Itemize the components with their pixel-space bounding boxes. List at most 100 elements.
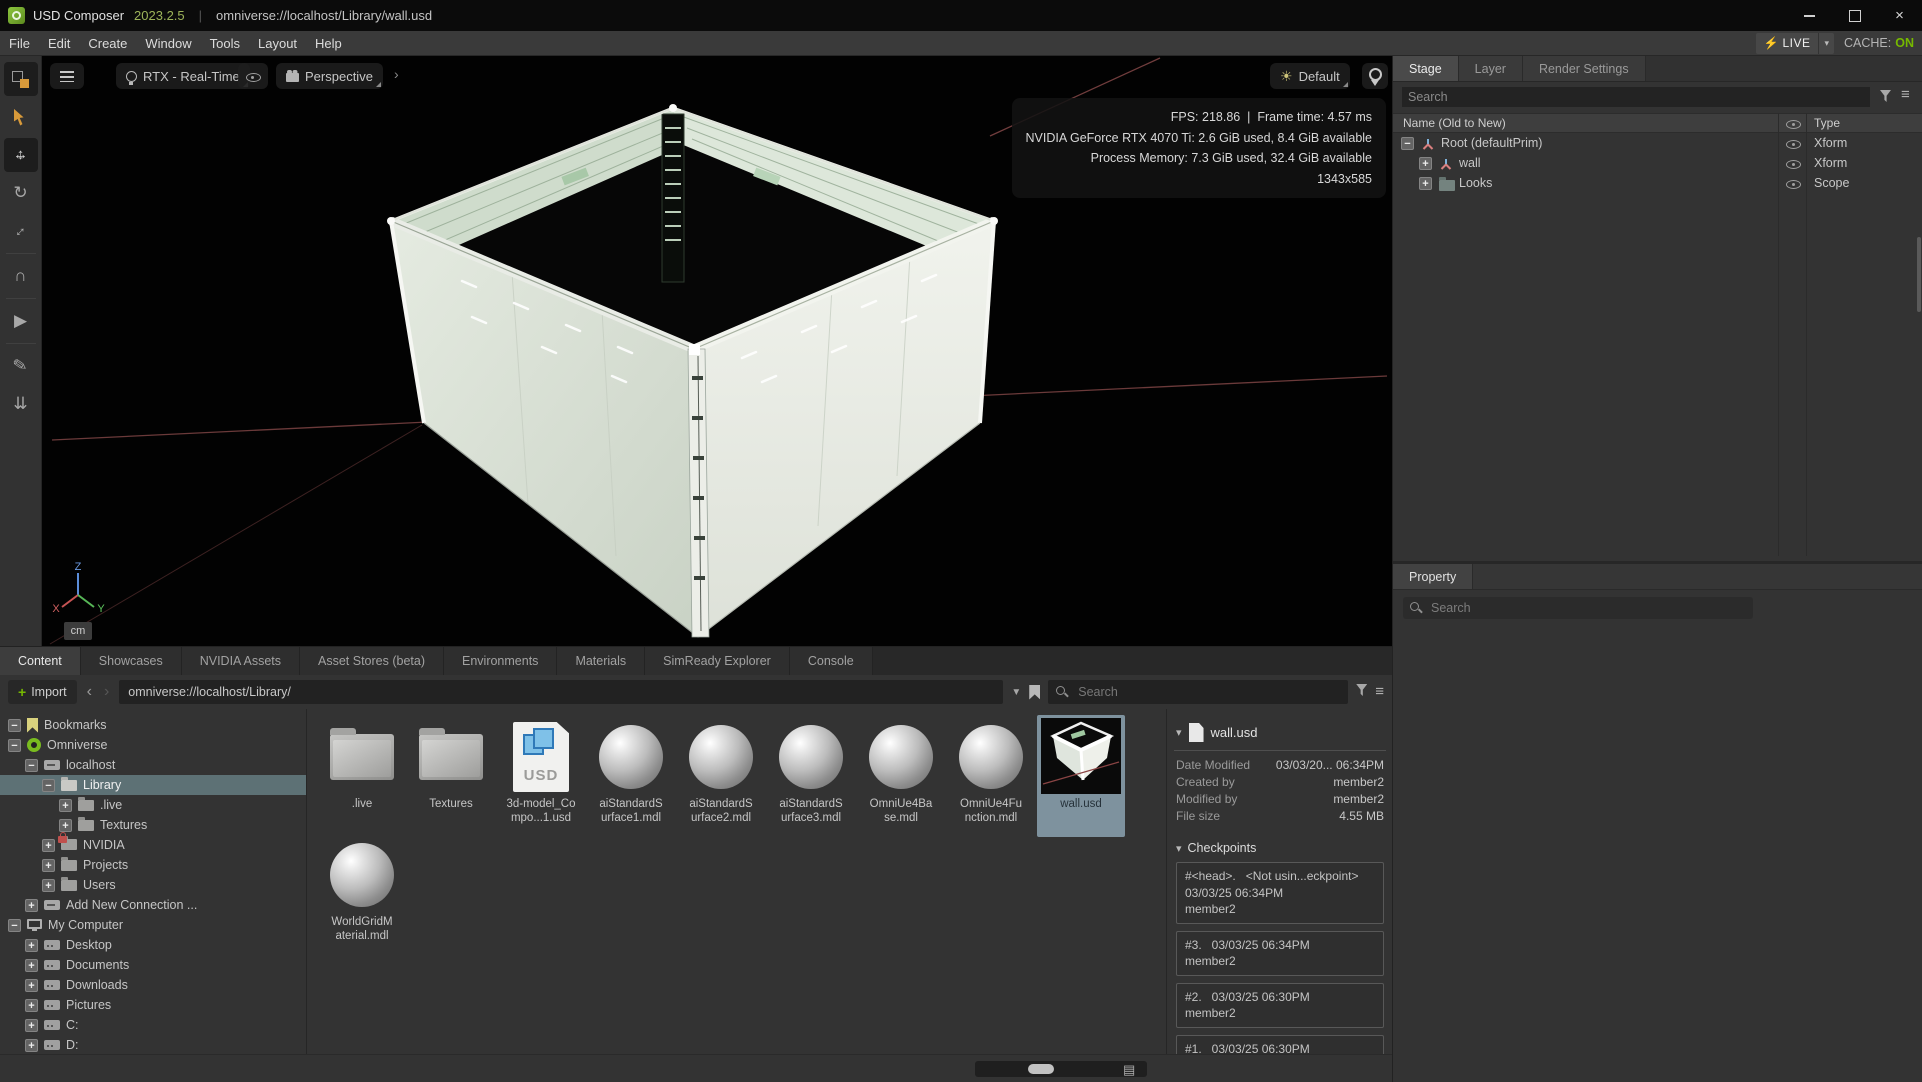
collapse-toggle[interactable]: − — [1401, 137, 1414, 150]
collapse-toggle[interactable]: − — [8, 719, 21, 732]
tree-item-d-drive[interactable]: + D: — [0, 1035, 306, 1055]
tab-simready-explorer[interactable]: SimReady Explorer — [645, 647, 790, 675]
collapse-caret-icon[interactable]: ▾ — [1176, 726, 1182, 739]
tree-item-localhost[interactable]: − localhost — [0, 755, 306, 775]
visibility-eye-icon[interactable] — [1786, 137, 1801, 150]
file-item-aistandardsurface2[interactable]: aiStandardSurface2.mdl — [677, 717, 765, 825]
tree-item-desktop[interactable]: + Desktop — [0, 935, 306, 955]
lighting-selector[interactable]: ☀ Default — [1270, 63, 1350, 89]
play-button[interactable]: ▶ — [4, 304, 38, 338]
tab-content[interactable]: Content — [0, 647, 81, 675]
tree-item-live[interactable]: + .live — [0, 795, 306, 815]
stage-scrollbar-thumb[interactable] — [1917, 237, 1921, 312]
move-tool-button[interactable]: ↔ ↕ — [4, 138, 38, 172]
live-dropdown[interactable]: ▾ — [1818, 33, 1834, 54]
file-item-live[interactable]: .live — [318, 717, 406, 811]
file-item-textures[interactable]: Textures — [407, 717, 495, 811]
file-item-omniue4function[interactable]: OmniUe4Function.mdl — [947, 717, 1035, 825]
tree-item-add-connection[interactable]: + Add New Connection ... — [0, 895, 306, 915]
tree-item-users[interactable]: + Users — [0, 875, 306, 895]
file-item-aistandardsurface1[interactable]: aiStandardSurface1.mdl — [587, 717, 675, 825]
tab-environments[interactable]: Environments — [444, 647, 557, 675]
tree-item-textures[interactable]: + Textures — [0, 815, 306, 835]
tree-item-c-drive[interactable]: + C: — [0, 1015, 306, 1035]
tab-layer[interactable]: Layer — [1459, 56, 1523, 81]
file-item-aistandardsurface3[interactable]: aiStandardSurface3.mdl — [767, 717, 855, 825]
physics-drop-button[interactable]: ⇊ — [4, 387, 38, 421]
visibility-eye-icon[interactable] — [1786, 157, 1801, 170]
minimize-button[interactable] — [1787, 0, 1832, 31]
camera-selector[interactable]: Perspective — [276, 63, 383, 89]
tab-showcases[interactable]: Showcases — [81, 647, 182, 675]
file-item-wall-usd-selected[interactable]: wall.usd — [1037, 715, 1125, 837]
stage-row-looks[interactable]: + Looks Scope — [1393, 174, 1922, 194]
tab-console[interactable]: Console — [790, 647, 873, 675]
expand-toggle[interactable]: + — [59, 819, 72, 832]
checkpoint-head[interactable]: #<head>. <Not usin...eckpoint> 03/03/25 … — [1176, 862, 1384, 924]
expand-toggle[interactable]: + — [42, 879, 55, 892]
tab-asset-stores[interactable]: Asset Stores (beta) — [300, 647, 444, 675]
tree-item-nvidia[interactable]: + NVIDIA — [0, 835, 306, 855]
menu-file[interactable]: File — [0, 36, 39, 51]
details-title-row[interactable]: ▾ wall.usd — [1176, 723, 1388, 742]
viewport-3d[interactable]: RTX - Real-Time Perspective › ☀ Default … — [42, 56, 1392, 646]
expand-toggle[interactable]: + — [1419, 177, 1432, 190]
checkpoint-3[interactable]: #3. 03/03/25 06:34PM member2 — [1176, 931, 1384, 976]
collapse-toggle[interactable]: − — [25, 759, 38, 772]
tree-item-pictures[interactable]: + Pictures — [0, 995, 306, 1015]
checkpoint-2[interactable]: #2. 03/03/25 06:30PM member2 — [1176, 983, 1384, 1028]
prim-select-mode-button[interactable] — [4, 62, 38, 96]
checkpoints-header[interactable]: ▾ Checkpoints — [1176, 841, 1388, 855]
tab-property[interactable]: Property — [1393, 564, 1473, 589]
viewport-settings-button[interactable] — [50, 63, 84, 89]
expand-toggle[interactable]: + — [25, 899, 38, 912]
renderer-selector[interactable]: RTX - Real-Time — [116, 63, 250, 89]
select-tool-button[interactable] — [4, 100, 38, 134]
file-item-worldgridmaterial[interactable]: WorldGridMaterial.mdl — [318, 835, 406, 943]
expand-toggle[interactable]: + — [25, 1019, 38, 1032]
property-search-input[interactable] — [1429, 600, 1746, 616]
property-search[interactable] — [1403, 597, 1753, 619]
path-field[interactable] — [119, 680, 1003, 704]
paint-tool-button[interactable]: ✎ — [4, 349, 38, 383]
tree-grid-divider[interactable] — [306, 709, 307, 1055]
tree-item-omniverse[interactable]: − Omniverse — [0, 735, 306, 755]
visibility-menu-button[interactable] — [238, 63, 268, 89]
menu-edit[interactable]: Edit — [39, 36, 79, 51]
menu-layout[interactable]: Layout — [249, 36, 306, 51]
file-item-3d-model[interactable]: USD 3d-model_Compo...1.usd — [497, 717, 585, 825]
tree-item-downloads[interactable]: + Downloads — [0, 975, 306, 995]
expand-toggle[interactable]: + — [42, 839, 55, 852]
stage-row-wall[interactable]: + wall Xform — [1393, 154, 1922, 174]
rotate-tool-button[interactable]: ↻ — [4, 176, 38, 210]
menu-tools[interactable]: Tools — [201, 36, 249, 51]
stage-filter-button[interactable] — [1880, 89, 1891, 107]
content-options-button[interactable]: ≡ — [1375, 686, 1384, 698]
stage-search-input[interactable] — [1402, 87, 1870, 107]
icon-size-slider[interactable]: ▤ — [975, 1061, 1147, 1077]
stage-options-button[interactable]: ≡ — [1901, 89, 1910, 101]
tab-materials[interactable]: Materials — [557, 647, 645, 675]
back-button[interactable]: ‹ — [85, 683, 94, 701]
visibility-eye-icon[interactable] — [1786, 177, 1801, 190]
menu-window[interactable]: Window — [136, 36, 200, 51]
tree-item-bookmarks[interactable]: − Bookmarks — [0, 715, 306, 735]
maximize-button[interactable] — [1832, 0, 1877, 31]
expand-toggle[interactable]: + — [59, 799, 72, 812]
close-button[interactable]: × — [1877, 0, 1922, 31]
content-search-input[interactable] — [1076, 684, 1340, 700]
expand-toggle[interactable]: + — [25, 979, 38, 992]
tab-nvidia-assets[interactable]: NVIDIA Assets — [182, 647, 300, 675]
tree-item-projects[interactable]: + Projects — [0, 855, 306, 875]
location-button[interactable] — [1362, 63, 1388, 89]
expand-toggle[interactable]: + — [25, 999, 38, 1012]
scale-tool-button[interactable]: ↕ — [4, 214, 38, 248]
content-filter-button[interactable] — [1356, 683, 1367, 701]
collapse-toggle[interactable]: − — [8, 919, 21, 932]
type-column-header[interactable]: Type — [1814, 116, 1840, 130]
tree-item-library[interactable]: − Library — [0, 775, 306, 795]
expand-toggle[interactable]: + — [42, 859, 55, 872]
collapse-toggle[interactable]: − — [42, 779, 55, 792]
collapse-toggle[interactable]: − — [8, 739, 21, 752]
toolbar-expand-arrow[interactable]: › — [394, 66, 399, 82]
